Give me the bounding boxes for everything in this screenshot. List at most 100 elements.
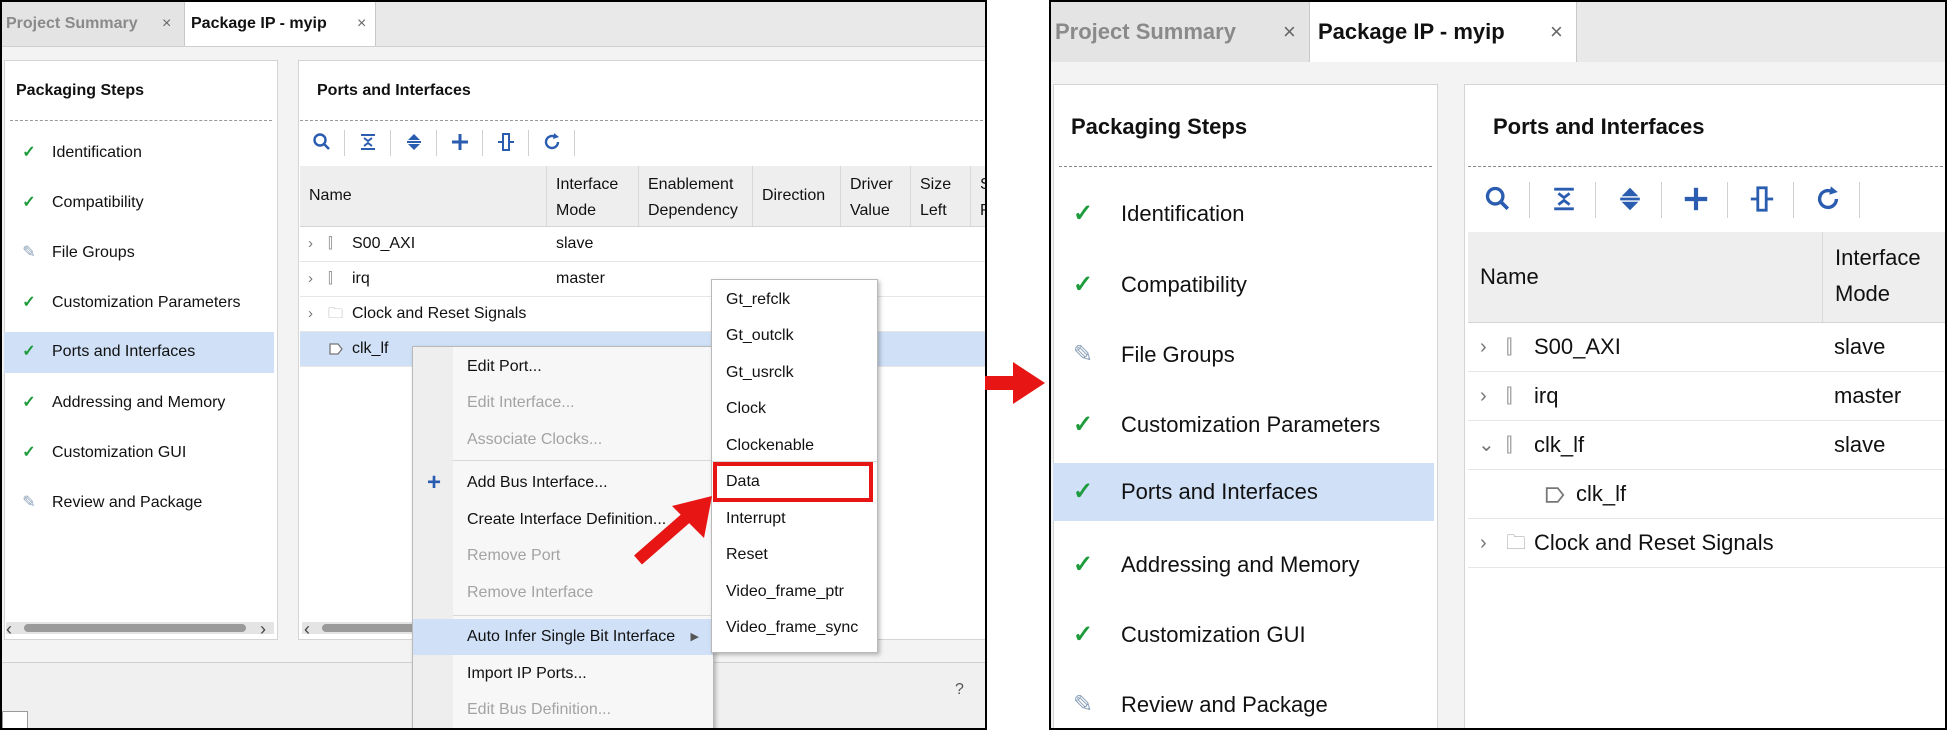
column-name[interactable]: Name (300, 166, 546, 226)
table-row-child[interactable]: clk_lf (1468, 470, 1945, 519)
step-customization-gui[interactable]: ✓ Customization GUI (1053, 606, 1434, 664)
step-label: Identification (1121, 201, 1245, 226)
menu-item-associate-clocks[interactable]: Associate Clocks... (413, 422, 713, 458)
table-row[interactable]: › ⫿ irq master (1468, 372, 1945, 421)
table-row[interactable]: › 🗀 Clock and Reset Signals (1468, 519, 1945, 568)
menu-item-remove-interface[interactable]: Remove Interface (413, 575, 713, 611)
scroll-right-icon[interactable]: › (260, 620, 266, 638)
tab-package-ip[interactable]: Package IP - myip × (184, 2, 376, 46)
header-line: Left (920, 202, 947, 219)
tab-package-ip[interactable]: Package IP - myip × (1309, 2, 1577, 62)
table-row[interactable]: › ⫿ irq master (300, 262, 985, 297)
step-identification[interactable]: ✓ Identification (1053, 185, 1434, 243)
bus-interface-icon[interactable] (1745, 185, 1779, 215)
menu-item-edit-port[interactable]: Edit Port... (413, 349, 713, 385)
step-customization-parameters[interactable]: ✓ Customization Parameters (4, 283, 274, 323)
expand-all-icon[interactable] (1613, 185, 1647, 215)
collapse-all-icon[interactable] (1547, 185, 1581, 215)
submenu-item[interactable]: Gt_outclk (712, 318, 877, 354)
refresh-icon[interactable] (1811, 185, 1845, 215)
submenu-item[interactable]: Interrupt (712, 501, 877, 537)
scroll-left-icon[interactable]: ‹ (6, 620, 12, 638)
table-row[interactable]: ⌄ ⫿ clk_lf slave (1468, 421, 1945, 470)
interface-icon: ⫿ (1506, 336, 1513, 358)
toolbar-separator (344, 130, 345, 156)
submenu-item[interactable]: Reset (712, 537, 877, 573)
step-customization-gui[interactable]: ✓ Customization GUI (4, 433, 274, 473)
step-ports-and-interfaces[interactable]: ✓ Ports and Interfaces (1053, 463, 1434, 521)
step-review-and-package[interactable]: ✎ Review and Package (4, 483, 274, 523)
column-interface-mode[interactable]: Interface Mode (1822, 232, 1945, 322)
step-label: Review and Package (52, 494, 203, 511)
table-row[interactable]: › 🗀 Clock and Reset Signals (300, 297, 985, 332)
packaging-steps-title: Packaging Steps (16, 82, 145, 99)
table-row[interactable]: › ⫿ S00_AXI slave (300, 227, 985, 262)
submenu-item[interactable]: Clock (712, 391, 877, 427)
chevron-right-icon[interactable]: › (1480, 372, 1487, 420)
table-row[interactable]: › ⫿ S00_AXI slave (1468, 323, 1945, 372)
chevron-right-icon[interactable]: › (1480, 519, 1487, 567)
submenu-item[interactable]: Clockenable (712, 428, 877, 464)
header-line: S (980, 176, 985, 193)
close-icon[interactable]: × (162, 2, 171, 46)
chevron-right-icon[interactable]: › (1480, 323, 1487, 371)
step-ports-and-interfaces[interactable]: ✓ Ports and Interfaces (4, 332, 274, 373)
expand-all-icon[interactable] (400, 132, 428, 154)
check-icon: ✓ (1072, 478, 1094, 505)
horizontal-scrollbar[interactable] (6, 622, 274, 634)
close-icon[interactable]: × (357, 2, 366, 46)
help-icon[interactable]: ? (955, 681, 964, 699)
step-label: Addressing and Memory (1121, 552, 1360, 577)
scroll-left-icon[interactable]: ‹ (304, 620, 310, 638)
search-icon[interactable] (308, 132, 336, 154)
scrollbar-thumb[interactable] (24, 624, 246, 632)
column-partial[interactable]: SR (970, 166, 985, 226)
menu-item-edit-bus-definition[interactable]: Edit Bus Definition... (413, 692, 713, 728)
step-identification[interactable]: ✓ Identification (4, 133, 274, 173)
close-icon[interactable]: × (1550, 2, 1563, 62)
header-line: Enablement (648, 176, 734, 193)
horizontal-scrollbar[interactable] (302, 622, 422, 634)
search-icon[interactable] (1481, 185, 1515, 215)
submenu-item[interactable]: Video_frame_sync (712, 610, 877, 646)
column-driver-value[interactable]: Driver Value (840, 166, 910, 226)
chevron-down-icon[interactable]: ⌄ (1478, 421, 1495, 469)
left-screenshot: Project Summary × Package IP - myip × Pa… (0, 0, 987, 730)
submenu-item[interactable]: Video_frame_ptr (712, 574, 877, 610)
step-file-groups[interactable]: ✎ File Groups (1053, 326, 1434, 384)
step-compatibility[interactable]: ✓ Compatibility (4, 183, 274, 223)
tab-project-summary[interactable]: Project Summary × (2, 2, 184, 46)
chevron-right-icon[interactable]: › (308, 262, 313, 296)
chevron-right-icon[interactable]: › (308, 297, 313, 331)
check-icon: ✓ (22, 343, 36, 360)
step-review-and-package[interactable]: ✎ Review and Package (1053, 676, 1434, 728)
menu-item-edit-interface[interactable]: Edit Interface... (413, 385, 713, 421)
submenu-arrow-icon: ▶ (690, 631, 699, 643)
menu-item-auto-infer[interactable]: Auto Infer Single Bit Interface ▶ (413, 619, 713, 655)
step-addressing-and-memory[interactable]: ✓ Addressing and Memory (1053, 536, 1434, 594)
submenu-item[interactable]: Gt_usrclk (712, 355, 877, 391)
chevron-right-icon[interactable]: › (308, 227, 313, 261)
collapse-all-icon[interactable] (354, 132, 382, 154)
add-icon[interactable] (1679, 185, 1713, 215)
menu-item-import-ip-ports[interactable]: Import IP Ports... (413, 656, 713, 692)
row-mode: master (1834, 383, 1902, 408)
tab-label: Project Summary (1055, 19, 1236, 44)
column-size-left[interactable]: Size Left (910, 166, 970, 226)
step-compatibility[interactable]: ✓ Compatibility (1053, 256, 1434, 314)
scrollbar-thumb[interactable] (322, 624, 418, 632)
bus-interface-icon[interactable] (492, 132, 520, 154)
column-direction[interactable]: Direction (752, 166, 840, 226)
add-icon[interactable] (446, 132, 474, 154)
submenu-item[interactable]: Gt_refclk (712, 282, 877, 318)
column-name[interactable]: Name (1468, 232, 1822, 322)
column-interface-mode[interactable]: Interface Mode (546, 166, 638, 226)
check-icon: ✓ (22, 394, 36, 411)
close-icon[interactable]: × (1283, 2, 1296, 62)
refresh-icon[interactable] (538, 132, 566, 154)
step-customization-parameters[interactable]: ✓ Customization Parameters (1053, 396, 1434, 454)
tab-project-summary[interactable]: Project Summary × (1051, 2, 1309, 62)
step-addressing-and-memory[interactable]: ✓ Addressing and Memory (4, 383, 274, 423)
column-enablement-dependency[interactable]: Enablement Dependency (638, 166, 752, 226)
step-file-groups[interactable]: ✎ File Groups (4, 233, 274, 273)
